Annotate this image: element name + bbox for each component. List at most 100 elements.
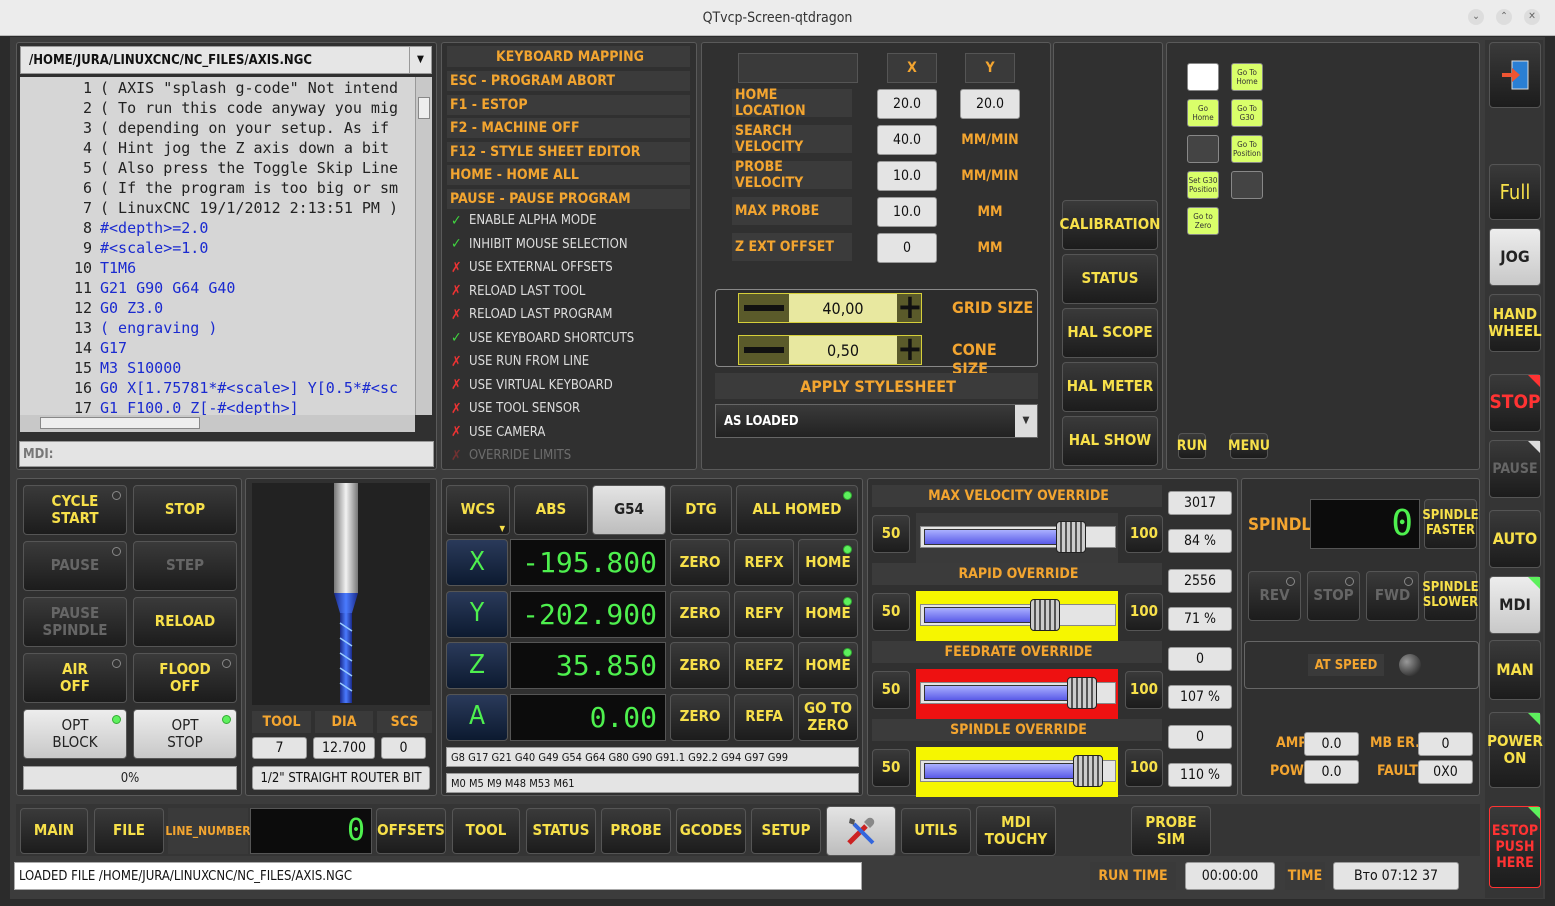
tab-status[interactable]: STATUS xyxy=(526,808,596,854)
pause-button[interactable]: PAUSE xyxy=(1489,440,1541,498)
tab-main[interactable]: MAIN xyxy=(20,808,88,854)
tab-offsets[interactable]: OFFSETS xyxy=(376,808,446,854)
grid-size-value[interactable]: 40,00 xyxy=(789,294,897,322)
abs-button[interactable]: ABS xyxy=(514,485,588,535)
close-icon[interactable]: ✕ xyxy=(1524,9,1540,25)
minus-icon[interactable] xyxy=(739,336,789,364)
cycle-start-button[interactable]: CYCLE START xyxy=(23,485,127,535)
ref-z-button[interactable]: REFZ xyxy=(734,642,794,689)
home-a-button[interactable]: GO TO ZERO xyxy=(798,693,858,741)
full-button[interactable]: Full xyxy=(1489,164,1541,220)
tab-probe[interactable]: PROBE xyxy=(601,808,671,854)
probe-row-x[interactable]: 10.0 xyxy=(877,161,937,191)
macro-button[interactable]: Go To Position xyxy=(1231,135,1263,163)
ref-a-button[interactable]: REFA xyxy=(734,693,794,741)
air-off-button[interactable]: AIR OFF xyxy=(23,653,127,703)
all-homed-button[interactable]: ALL HOMED xyxy=(736,485,858,535)
estop-button[interactable]: ESTOP PUSH HERE xyxy=(1489,806,1541,888)
zero-y-button[interactable]: ZERO xyxy=(670,590,730,638)
probe-row-y[interactable]: 20.0 xyxy=(960,89,1020,119)
override-slider[interactable] xyxy=(920,599,1116,631)
run-button[interactable]: RUN xyxy=(1177,433,1207,459)
override-max-button[interactable]: 100 xyxy=(1125,749,1163,787)
override-slider[interactable] xyxy=(920,521,1116,553)
tab-mdi-touchy[interactable]: MDI TOUCHY xyxy=(976,806,1056,856)
tab-utils[interactable]: UTILS xyxy=(901,808,971,854)
spindle-stop-button[interactable]: STOP xyxy=(1307,571,1360,621)
tool-button-hal-scope[interactable]: HAL SCOPE xyxy=(1062,308,1158,358)
wcs-button[interactable]: WCS ▼ xyxy=(446,485,510,535)
vertical-scrollbar[interactable] xyxy=(415,77,432,415)
tool-button-calibration[interactable]: CALIBRATION xyxy=(1060,200,1160,250)
override-slider[interactable] xyxy=(920,755,1116,787)
dtg-button[interactable]: DTG xyxy=(670,485,732,535)
probe-row-x[interactable]: 10.0 xyxy=(877,197,937,227)
minus-icon[interactable] xyxy=(739,294,789,322)
override-max-button[interactable]: 100 xyxy=(1125,593,1163,631)
chevron-down-icon[interactable]: ▼ xyxy=(1015,405,1037,437)
tab-gcodes[interactable]: GCODES xyxy=(676,808,746,854)
maximize-icon[interactable]: ⌃ xyxy=(1496,9,1512,25)
minimize-icon[interactable]: ⌄ xyxy=(1468,9,1484,25)
cycle-pause-button[interactable]: PAUSE xyxy=(23,541,127,591)
pause-spindle-button[interactable]: PAUSE SPINDLE xyxy=(23,597,127,647)
spindle-slower-button[interactable]: SPINDLE SLOWER xyxy=(1422,571,1479,621)
zero-z-button[interactable]: ZERO xyxy=(670,642,730,689)
option-use-external-offsets[interactable]: ✗ USE EXTERNAL OFFSETS xyxy=(445,256,690,280)
tab-tool[interactable]: TOOL xyxy=(452,808,520,854)
auto-button[interactable]: AUTO xyxy=(1489,510,1541,568)
tab-settings[interactable] xyxy=(826,806,896,856)
gcode-editor[interactable]: 1 ( AXIS "splash g-code" Not intend 2 ( To … xyxy=(20,77,415,415)
option-use-camera[interactable]: ✗ USE CAMERA xyxy=(445,421,690,445)
zero-x-button[interactable]: ZERO xyxy=(670,539,730,586)
option-inhibit-mouse-selection[interactable]: ✓ INHIBIT MOUSE SELECTION xyxy=(445,233,690,257)
tab-probe-sim[interactable]: PROBE SIM xyxy=(1131,806,1211,856)
mdi-input[interactable]: MDI: xyxy=(19,441,434,467)
reload-button[interactable]: RELOAD xyxy=(133,597,237,647)
option-reload-last-tool[interactable]: ✗ RELOAD LAST TOOL xyxy=(445,280,690,304)
macro-button[interactable] xyxy=(1231,171,1263,199)
grid-size-spinner[interactable]: 40,00 + xyxy=(738,290,923,324)
macro-button[interactable]: Set G30 Position xyxy=(1187,171,1219,199)
slider-handle[interactable] xyxy=(1073,755,1103,787)
home-x-button[interactable]: HOME xyxy=(798,539,858,586)
g54-button[interactable]: G54 xyxy=(592,485,666,535)
option-use-run-from-line[interactable]: ✗ USE RUN FROM LINE xyxy=(445,350,690,374)
probe-row-x[interactable]: 40.0 xyxy=(877,125,937,155)
ref-x-button[interactable]: REFX xyxy=(734,539,794,586)
plus-icon[interactable]: + xyxy=(897,290,923,324)
macro-button[interactable]: Go Home xyxy=(1187,99,1219,127)
horizontal-scrollbar[interactable] xyxy=(20,415,415,432)
opt-block-button[interactable]: OPT BLOCK xyxy=(23,709,127,759)
override-min-button[interactable]: 50 xyxy=(872,593,910,631)
plus-icon[interactable]: + xyxy=(897,332,923,366)
exit-button[interactable] xyxy=(1489,42,1541,108)
tool-button-status[interactable]: STATUS xyxy=(1062,254,1158,304)
override-min-button[interactable]: 50 xyxy=(872,671,910,709)
ref-y-button[interactable]: REFY xyxy=(734,590,794,638)
option-reload-last-program[interactable]: ✗ RELOAD LAST PROGRAM xyxy=(445,303,690,327)
slider-handle[interactable] xyxy=(1067,677,1097,709)
slider-handle[interactable] xyxy=(1030,599,1060,631)
man-button[interactable]: MAN xyxy=(1489,640,1541,700)
override-min-button[interactable]: 50 xyxy=(872,515,910,553)
home-y-button[interactable]: HOME xyxy=(798,590,858,638)
option-use-virtual-keyboard[interactable]: ✗ USE VIRTUAL KEYBOARD xyxy=(445,374,690,398)
slider-handle[interactable] xyxy=(1056,521,1086,553)
zero-a-button[interactable]: ZERO xyxy=(670,693,730,741)
probe-row-x[interactable]: 20.0 xyxy=(877,89,937,119)
stylesheet-combo[interactable]: AS LOADED ▼ xyxy=(715,404,1038,438)
opt-stop-button[interactable]: OPT STOP xyxy=(133,709,237,759)
macro-button[interactable]: Go to Zero xyxy=(1187,207,1219,235)
option-use-tool-sensor[interactable]: ✗ USE TOOL SENSOR xyxy=(445,397,690,421)
power-on-button[interactable]: POWER ON xyxy=(1487,712,1543,788)
tab-file[interactable]: FILE xyxy=(94,808,164,854)
macro-button[interactable]: Go To G30 xyxy=(1231,99,1263,127)
handwheel-button[interactable]: HAND WHEEL xyxy=(1488,294,1542,352)
override-min-button[interactable]: 50 xyxy=(872,749,910,787)
home-z-button[interactable]: HOME xyxy=(798,642,858,689)
tab-setup[interactable]: SETUP xyxy=(751,808,821,854)
cycle-stop-button[interactable]: STOP xyxy=(133,485,237,535)
file-path-combo[interactable]: /HOME/JURA/LINUXCNC/NC_FILES/AXIS.NGC ▼ xyxy=(20,46,432,74)
step-button[interactable]: STEP xyxy=(133,541,237,591)
